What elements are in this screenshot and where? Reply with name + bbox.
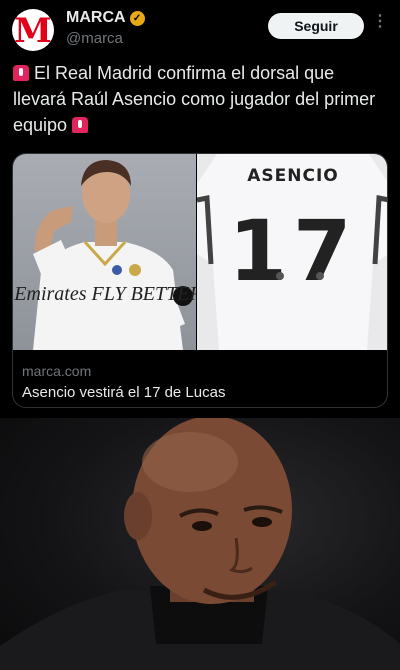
shirt-number: 17 (229, 202, 358, 300)
shirt-name: ASENCIO (247, 166, 339, 186)
shirt-illustration: ASENCIO 17 (197, 154, 387, 350)
jersey-sponsor: Emirates FLY BETTER (13, 283, 196, 305)
siren-icon (13, 65, 29, 81)
shirt-photo: ASENCIO 17 (197, 154, 387, 350)
avatar[interactable]: M (12, 9, 54, 51)
player-photo: Emirates FLY BETTER (13, 154, 196, 350)
smiling-man-illustration (0, 418, 400, 670)
siren-icon (72, 117, 89, 133)
card-title[interactable]: Asencio vestirá el 17 de Lucas (22, 384, 225, 401)
account-handle[interactable]: @marca (66, 30, 123, 47)
card-domain[interactable]: marca.com (22, 363, 91, 379)
player-illustration: Emirates FLY BETTER (13, 160, 196, 350)
svg-text:Emirates FLY BETTER: Emirates FLY BETTER (13, 283, 196, 305)
tweet-text-block: El Real Madrid confirma el dorsal que ll… (13, 60, 388, 138)
avatar-letter: M (14, 11, 52, 51)
account-name[interactable]: MARCA (66, 9, 126, 27)
tweet: M MARCA ✓ @marca Seguir ⋮ El Real Madrid… (0, 0, 400, 418)
link-card[interactable]: Emirates FLY BETTER ASENCIO 17 marca.com… (12, 153, 388, 408)
tweet-text: El Real Madrid confirma el dorsal que ll… (13, 63, 376, 135)
follow-button[interactable]: Seguir (268, 13, 364, 39)
more-options-icon[interactable]: ⋮ (372, 14, 388, 30)
verified-badge-icon: ✓ (129, 10, 145, 26)
name-row: MARCA ✓ (66, 9, 145, 27)
reaction-photo (0, 418, 400, 670)
